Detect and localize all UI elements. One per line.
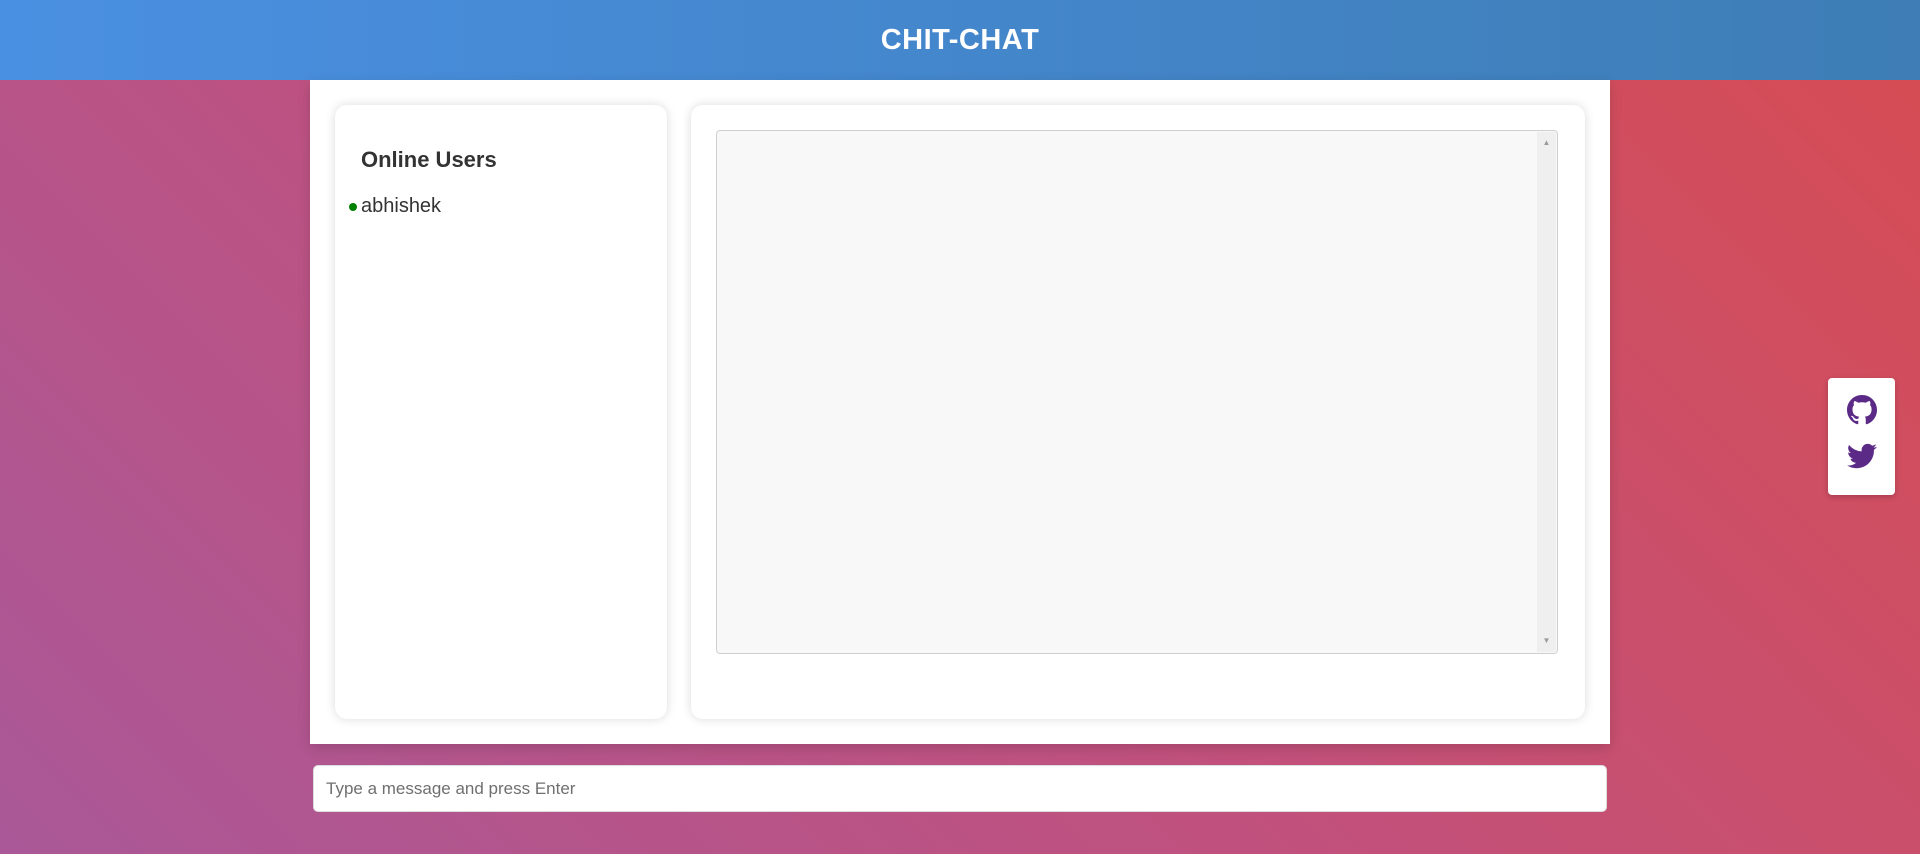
twitter-link[interactable]	[1847, 441, 1877, 471]
scroll-down-arrow-icon[interactable]: ▼	[1537, 634, 1556, 648]
main-panel: Online Users abhishek ▲ ▼	[310, 80, 1610, 744]
app-header: CHIT-CHAT	[0, 0, 1920, 80]
online-status-dot	[349, 202, 357, 211]
user-list-item: abhishek	[349, 195, 441, 218]
message-display-area[interactable]: ▲ ▼	[716, 130, 1558, 654]
user-name: abhishek	[361, 195, 442, 217]
online-users-heading: Online Users	[361, 147, 497, 172]
message-scrollbar[interactable]: ▲ ▼	[1537, 132, 1556, 652]
online-users-panel: Online Users abhishek	[335, 105, 667, 719]
message-input[interactable]	[313, 765, 1607, 812]
github-link[interactable]	[1847, 395, 1877, 425]
social-links-panel	[1828, 378, 1895, 495]
chat-panel: ▲ ▼	[691, 105, 1585, 719]
github-icon	[1847, 395, 1877, 425]
scroll-up-arrow-icon[interactable]: ▲	[1537, 136, 1556, 150]
app-title: CHIT-CHAT	[880, 23, 1040, 56]
twitter-icon	[1847, 443, 1877, 469]
